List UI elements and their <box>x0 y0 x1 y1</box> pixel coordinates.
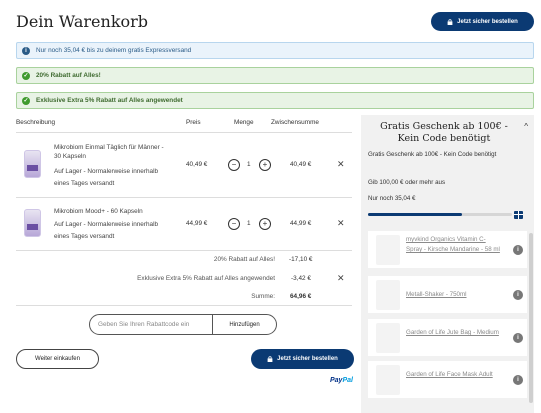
shipping-notice-text: Nur noch 35,04 € bis zu deinem gratis Ex… <box>36 47 192 54</box>
close-icon[interactable]: ✕ <box>337 218 345 229</box>
product-image[interactable] <box>24 209 41 237</box>
gift-item: myvkind Organics Vitamin C-Spray - Kirsc… <box>368 231 527 268</box>
stock-status: Auf Lager - Normalerweise innerhalb eine… <box>54 168 159 187</box>
discount-notice: ✓ 20% Rabatt auf Alles! <box>16 67 534 84</box>
lock-icon <box>447 18 453 25</box>
gift-item: Garden of Life Jute Bag - Medium i <box>368 319 527 356</box>
gift-item: Metall-Shaker - 750ml i <box>368 276 527 313</box>
column-header-quantity: Menge <box>234 119 254 126</box>
product-name[interactable]: Mikrobiom Einmal Täglich für Männer - 30… <box>54 143 169 161</box>
product-image[interactable] <box>24 150 41 178</box>
column-header-subtotal: Zwischensumme <box>271 119 319 126</box>
gift-image <box>376 365 400 395</box>
gift-panel: Gratis Geschenk ab 100€ - Kein Code benö… <box>361 115 534 413</box>
gift-panel-subtitle: Gratis Geschenk ab 100€ - Kein Code benö… <box>368 151 497 158</box>
gift-name[interactable]: Garden of Life Jute Bag - Medium <box>406 328 501 338</box>
checkout-button[interactable]: Jetzt sicher bestellen <box>251 349 354 369</box>
continue-shopping-button[interactable]: Weiter einkaufen <box>16 349 99 369</box>
gift-name[interactable]: myvkind Organics Vitamin C-Spray - Kirsc… <box>406 235 501 255</box>
gift-progress-bar <box>368 213 512 216</box>
check-icon: ✓ <box>22 96 30 105</box>
plus-icon[interactable]: + <box>259 218 271 230</box>
paypal-logo-pay: Pay <box>330 377 343 384</box>
plus-icon[interactable]: + <box>259 159 271 171</box>
total-value: 64,96 € <box>290 293 312 300</box>
close-icon[interactable]: ✕ <box>337 159 345 170</box>
discount-notice-text: 20% Rabatt auf Alles! <box>36 72 101 79</box>
column-header-description: Beschreibung <box>16 119 56 126</box>
gift-threshold: Gib 100,00 € oder mehr aus <box>368 179 446 186</box>
coupon-input[interactable]: Geben Sie Ihren Rabattcode ein <box>90 315 212 334</box>
lock-icon <box>267 356 273 362</box>
paypal-logo[interactable]: PayPal <box>330 377 353 384</box>
checkout-button-top[interactable]: Jetzt sicher bestellen <box>431 12 534 31</box>
chevron-up-icon[interactable]: ^ <box>524 122 528 131</box>
info-icon[interactable]: i <box>513 245 523 255</box>
gift-icon <box>514 211 523 219</box>
gift-item: Garden of Life Face Mask Adult i <box>368 361 527 398</box>
divider <box>16 132 352 133</box>
minus-icon[interactable]: − <box>228 218 240 230</box>
gift-panel-scrollbar[interactable] <box>529 233 533 403</box>
item-quantity[interactable]: 1 <box>247 161 251 168</box>
extra-discount-label: Exklusive Extra 5% Rabatt auf Alles ange… <box>137 275 275 282</box>
gift-progress-fill <box>368 213 462 216</box>
discount-value: -17,10 € <box>289 256 313 263</box>
gift-image <box>376 235 400 265</box>
stock-status: Auf Lager - Normalerweise innerhalb eine… <box>54 221 159 240</box>
coupon-form: Geben Sie Ihren Rabattcode ein Hinzufüge… <box>89 314 277 335</box>
gift-name[interactable]: Garden of Life Face Mask Adult <box>406 370 501 380</box>
item-subtotal: 44,99 € <box>290 220 312 227</box>
item-subtotal: 40,49 € <box>290 161 312 168</box>
discount-label: 20% Rabatt auf Alles! <box>213 256 275 263</box>
shipping-notice: i Nur noch 35,04 € bis zu deinem gratis … <box>16 42 534 59</box>
paypal-logo-pal: Pal <box>342 377 353 384</box>
checkout-label: Jetzt sicher bestellen <box>277 356 338 362</box>
gift-image <box>376 280 400 310</box>
info-icon[interactable]: i <box>513 333 523 343</box>
product-name[interactable]: Mikrobiom Mood+ - 60 Kapseln <box>54 207 169 216</box>
checkout-label: Jetzt sicher bestellen <box>457 18 518 25</box>
gift-image <box>376 323 400 353</box>
gift-remaining: Nur noch 35,04 € <box>368 195 416 202</box>
item-quantity[interactable]: 1 <box>247 220 251 227</box>
column-header-price: Preis <box>186 119 201 126</box>
apply-coupon-button[interactable]: Hinzufügen <box>212 315 276 334</box>
minus-icon[interactable]: − <box>228 159 240 171</box>
check-icon: ✓ <box>22 71 30 80</box>
total-label: Summe: <box>251 293 275 300</box>
extra-discount-value: -3,42 € <box>291 275 311 282</box>
divider <box>16 305 352 306</box>
item-price: 44,99 € <box>186 220 208 227</box>
info-icon: i <box>22 46 30 55</box>
extra-discount-notice: ✓ Exklusive Extra 5% Rabatt auf Alles an… <box>16 92 534 109</box>
info-icon[interactable]: i <box>513 290 523 300</box>
divider <box>16 197 352 198</box>
extra-discount-notice-text: Exklusive Extra 5% Rabatt auf Alles ange… <box>36 97 183 104</box>
divider <box>16 250 352 251</box>
page-title: Dein Warenkorb <box>16 12 149 31</box>
gift-name[interactable]: Metall-Shaker - 750ml <box>406 290 501 300</box>
gift-panel-title[interactable]: Gratis Geschenk ab 100€ - Kein Code benö… <box>369 121 519 145</box>
item-price: 40,49 € <box>186 161 208 168</box>
info-icon[interactable]: i <box>513 375 523 385</box>
close-icon[interactable]: ✕ <box>337 273 345 284</box>
